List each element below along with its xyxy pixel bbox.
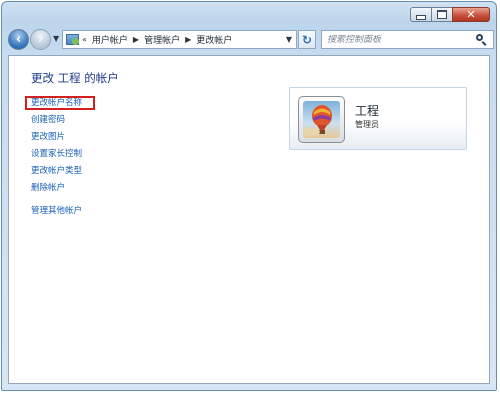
task-manage-other-accounts[interactable]: 管理其他帐户: [31, 203, 82, 220]
task-change-account-type[interactable]: 更改帐户类型: [31, 163, 82, 180]
forward-arrow-icon: ›: [37, 32, 44, 47]
account-type: 管理员: [355, 120, 379, 129]
search-input[interactable]: [322, 34, 475, 45]
account-name: 工程: [355, 104, 380, 118]
forward-button[interactable]: ›: [30, 29, 51, 50]
maximize-button[interactable]: [431, 7, 453, 22]
balloon-picture-icon: [303, 105, 332, 136]
address-dropdown-icon[interactable]: ▼: [282, 35, 296, 44]
control-panel-window: ✕ ‹ › ▼ « 用户帐户 ▶ 管理帐户 ▶ 更改帐户 ▼ ↻ 更改 工程 的…: [1, 1, 497, 391]
minimize-icon: [416, 14, 426, 20]
breadcrumb-separator-icon[interactable]: ▶: [133, 35, 139, 44]
refresh-button[interactable]: ↻: [298, 30, 316, 49]
address-bar[interactable]: « 用户帐户 ▶ 管理帐户 ▶ 更改帐户 ▼: [62, 30, 297, 49]
window-controls: ✕: [410, 7, 490, 22]
task-change-account-name[interactable]: 更改帐户名称: [24, 95, 96, 112]
back-arrow-icon: ‹: [15, 32, 22, 47]
task-change-picture[interactable]: 更改图片: [31, 129, 82, 146]
breadcrumb-change-account[interactable]: 更改帐户: [196, 33, 232, 46]
page-title: 更改 工程 的帐户: [31, 71, 119, 85]
back-button[interactable]: ‹: [8, 29, 29, 50]
recent-pages-dropdown[interactable]: ▼: [53, 34, 59, 43]
breadcrumb-manage-accounts[interactable]: 管理帐户: [144, 33, 180, 46]
breadcrumb-user-accounts[interactable]: 用户帐户: [92, 33, 128, 46]
refresh-icon: ↻: [301, 32, 313, 47]
navigation-bar: ‹ › ▼ « 用户帐户 ▶ 管理帐户 ▶ 更改帐户 ▼ ↻: [8, 29, 494, 51]
task-create-password[interactable]: 创建密码: [31, 112, 82, 129]
hot-air-balloon-picture: [303, 101, 340, 138]
task-parental-controls[interactable]: 设置家长控制: [31, 146, 82, 163]
minimize-button[interactable]: [410, 7, 432, 22]
account-tile: 工程 管理员: [289, 87, 467, 150]
search-icon[interactable]: [475, 33, 489, 47]
overflow-chevron-icon[interactable]: «: [82, 35, 87, 44]
task-list: 更改帐户名称 创建密码 更改图片 设置家长控制 更改帐户类型 删除帐户 管理其他…: [24, 95, 96, 220]
close-button[interactable]: ✕: [452, 7, 490, 22]
avatar: [298, 96, 345, 143]
content-pane: 更改 工程 的帐户 更改帐户名称 创建密码 更改图片 设置家长控制 更改帐户类型…: [8, 55, 490, 384]
control-panel-icon: [66, 34, 79, 45]
close-icon: ✕: [466, 8, 476, 21]
search-box[interactable]: [321, 30, 494, 49]
breadcrumb-separator-icon[interactable]: ▶: [185, 35, 191, 44]
maximize-icon: [437, 10, 447, 19]
task-delete-account[interactable]: 删除帐户: [31, 180, 82, 197]
